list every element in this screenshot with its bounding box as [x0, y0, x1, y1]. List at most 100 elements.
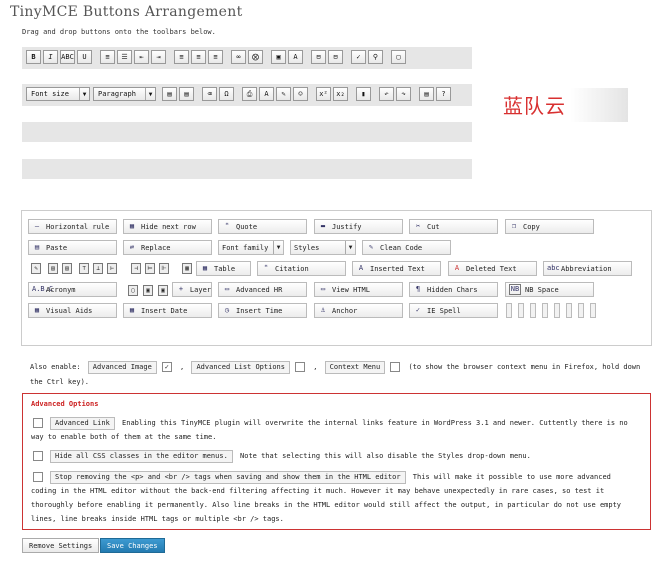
pool-button-clean-code[interactable]: ✎ Clean Code — [362, 240, 451, 255]
pool-button-anchor[interactable]: ⚓ Anchor — [314, 303, 403, 318]
advanced-image-checkbox[interactable]: ✓ — [161, 362, 172, 372]
unlink-button[interactable]: ⨂ — [248, 50, 263, 64]
help-circle-button[interactable]: ? — [436, 87, 451, 101]
delete-col-icon[interactable]: ⊩ — [159, 263, 169, 274]
paragraph-select[interactable]: Paragraph ▼ — [93, 87, 156, 101]
pool-button-deleted-text[interactable]: A Deleted Text — [448, 261, 537, 276]
edit-icon[interactable]: ✎ — [31, 263, 41, 274]
outdent-button[interactable]: ⇤ — [134, 50, 149, 64]
pool-button-copy[interactable]: ❐ Copy — [505, 219, 594, 234]
save-changes-button[interactable]: Save Changes — [100, 538, 165, 553]
pool-button-horizontal-rule[interactable]: — Horizontal rule — [28, 219, 117, 234]
pool-button-abbreviation[interactable]: abc Abbreviation — [543, 261, 632, 276]
separator-handle[interactable] — [542, 303, 548, 318]
superscript-button[interactable]: x² — [316, 87, 331, 101]
pool-button-layer[interactable]: + Layer — [172, 282, 212, 297]
layer-back-icon[interactable]: ▣ — [158, 285, 168, 296]
row-after-icon[interactable]: ⊥ — [93, 263, 103, 274]
pool-button-nb-space[interactable]: NB NB Space — [505, 282, 594, 297]
pool-button-insert-time[interactable]: ◷ Insert Time — [218, 303, 307, 318]
pool-button-inserted-text[interactable]: A Inserted Text — [352, 261, 441, 276]
font-size-select[interactable]: Font size ▼ — [26, 87, 90, 101]
highlight-button[interactable]: ✎ — [276, 87, 291, 101]
pool-button-advanced-hr[interactable]: ▭ Advanced HR — [218, 282, 307, 297]
bold-button[interactable]: B — [26, 50, 41, 64]
more-tag-button[interactable]: ⊟ — [328, 50, 343, 64]
chevron-down-icon: ▼ — [79, 88, 89, 100]
table-cell-icon[interactable]: ▤ — [62, 263, 72, 274]
col-before-icon[interactable]: ⊣ — [131, 263, 141, 274]
toolbar-row-3[interactable] — [22, 122, 472, 142]
toolbar-row-4[interactable] — [22, 159, 472, 179]
print-button[interactable]: ⎙ — [242, 87, 257, 101]
align-right-button[interactable]: ≡ — [208, 50, 223, 64]
toolbar-row-2[interactable]: Font size ▼ Paragraph ▼ ▤ ▤ ⌫ Ω ⎙ A ✎ ☺ x² x₂ ▮ ↶ ↷ ▤… — [22, 84, 472, 106]
subscript-button[interactable]: x₂ — [333, 87, 348, 101]
pool-button-quote[interactable]: ❝ Quote — [218, 219, 307, 234]
pool-button-view-html[interactable]: ▭ View HTML — [314, 282, 403, 297]
undo-button[interactable]: ↶ — [379, 87, 394, 101]
bullet-list-button[interactable]: ≡ — [100, 50, 115, 64]
pool-button-paste[interactable]: ▤ Paste — [28, 240, 117, 255]
indent-button[interactable]: ⇥ — [151, 50, 166, 64]
redo-button[interactable]: ↷ — [396, 87, 411, 101]
pool-button-hidden-chars[interactable]: ¶ Hidden Chars — [409, 282, 498, 297]
page-break-button[interactable]: ⊟ — [311, 50, 326, 64]
text-color-button[interactable]: A — [259, 87, 274, 101]
split-cells-icon[interactable]: ▦ — [182, 263, 192, 274]
paste-text-button[interactable]: ▤ — [162, 87, 177, 101]
delete-row-icon[interactable]: ⊢ — [107, 263, 117, 274]
paste-button[interactable]: ▤ — [419, 87, 434, 101]
underline-button[interactable]: U — [77, 50, 92, 64]
media-button[interactable]: ▮ — [356, 87, 371, 101]
align-center-button[interactable]: ≡ — [191, 50, 206, 64]
paste-word-button[interactable]: ▤ — [179, 87, 194, 101]
layer-forward-icon[interactable]: ▣ — [143, 285, 153, 296]
advanced-link-row: Advanced Link Enabling this TinyMCE plug… — [31, 416, 636, 444]
pool-button-citation[interactable]: ❝ Citation — [257, 261, 346, 276]
special-char-button[interactable]: Ω — [219, 87, 234, 101]
separator-handle[interactable] — [566, 303, 572, 318]
remove-settings-button[interactable]: Remove Settings — [22, 538, 100, 553]
separator-handle[interactable] — [518, 303, 524, 318]
pilcrow-icon: ¶ — [415, 285, 421, 293]
pool-button-replace[interactable]: ⇄ Replace — [123, 240, 212, 255]
col-after-icon[interactable]: ⊨ — [145, 263, 155, 274]
find-button[interactable]: ⚲ — [368, 50, 383, 64]
separator-handle[interactable] — [554, 303, 560, 318]
pool-button-justify[interactable]: ▬ Justify — [314, 219, 403, 234]
row-before-icon[interactable]: ⊤ — [79, 263, 89, 274]
numbered-list-button[interactable]: ☰ — [117, 50, 132, 64]
pool-button-cut[interactable]: ✂ Cut — [409, 219, 498, 234]
emoticon-button[interactable]: ☺ — [293, 87, 308, 101]
link-button[interactable]: ∞ — [231, 50, 246, 64]
context-menu-checkbox[interactable] — [390, 362, 401, 372]
advanced-list-checkbox[interactable] — [294, 362, 305, 372]
table-row-icon[interactable]: ▤ — [48, 263, 58, 274]
keep-p-tags-checkbox[interactable] — [33, 472, 43, 482]
hide-css-checkbox[interactable] — [33, 451, 43, 461]
italic-button[interactable]: I — [43, 50, 58, 64]
layer-select-icon[interactable]: ▢ — [128, 285, 138, 296]
pool-button-table[interactable]: ▦ Table — [196, 261, 251, 276]
pool-button-hide-next-row[interactable]: ▦ Hide next row — [123, 219, 212, 234]
strikethrough-button[interactable]: ABC — [60, 50, 75, 64]
toolbar-row-1[interactable]: B I ABC U ≡ ☰ ⇤ ⇥ ≡ ≡ ≡ ∞ ⨂ ▣ A ⊟ ⊟ ✓ ⚲ ▢ — [22, 47, 472, 69]
pool-button-insert-date[interactable]: ▦ Insert Date — [123, 303, 212, 318]
separator-handle[interactable] — [530, 303, 536, 318]
separator-handle[interactable] — [590, 303, 596, 318]
spellcheck-button[interactable]: ✓ — [351, 50, 366, 64]
pool-button-styles[interactable]: Styles ▼ — [290, 240, 356, 255]
advanced-link-checkbox[interactable] — [33, 418, 43, 428]
fullscreen-button[interactable]: ▢ — [391, 50, 406, 64]
help-button[interactable]: A — [288, 50, 303, 64]
remove-format-button[interactable]: ⌫ — [202, 87, 217, 101]
separator-handle[interactable] — [578, 303, 584, 318]
pool-button-visual-aids[interactable]: ▦ Visual Aids — [28, 303, 117, 318]
insert-image-button[interactable]: ▣ — [271, 50, 286, 64]
pool-button-ie-spell[interactable]: ✓ IE Spell — [409, 303, 498, 318]
align-left-button[interactable]: ≡ — [174, 50, 189, 64]
separator-handle[interactable] — [506, 303, 512, 318]
pool-button-font-family[interactable]: Font family ▼ — [218, 240, 284, 255]
pool-button-acronym[interactable]: A.B.C Acronym — [28, 282, 117, 297]
